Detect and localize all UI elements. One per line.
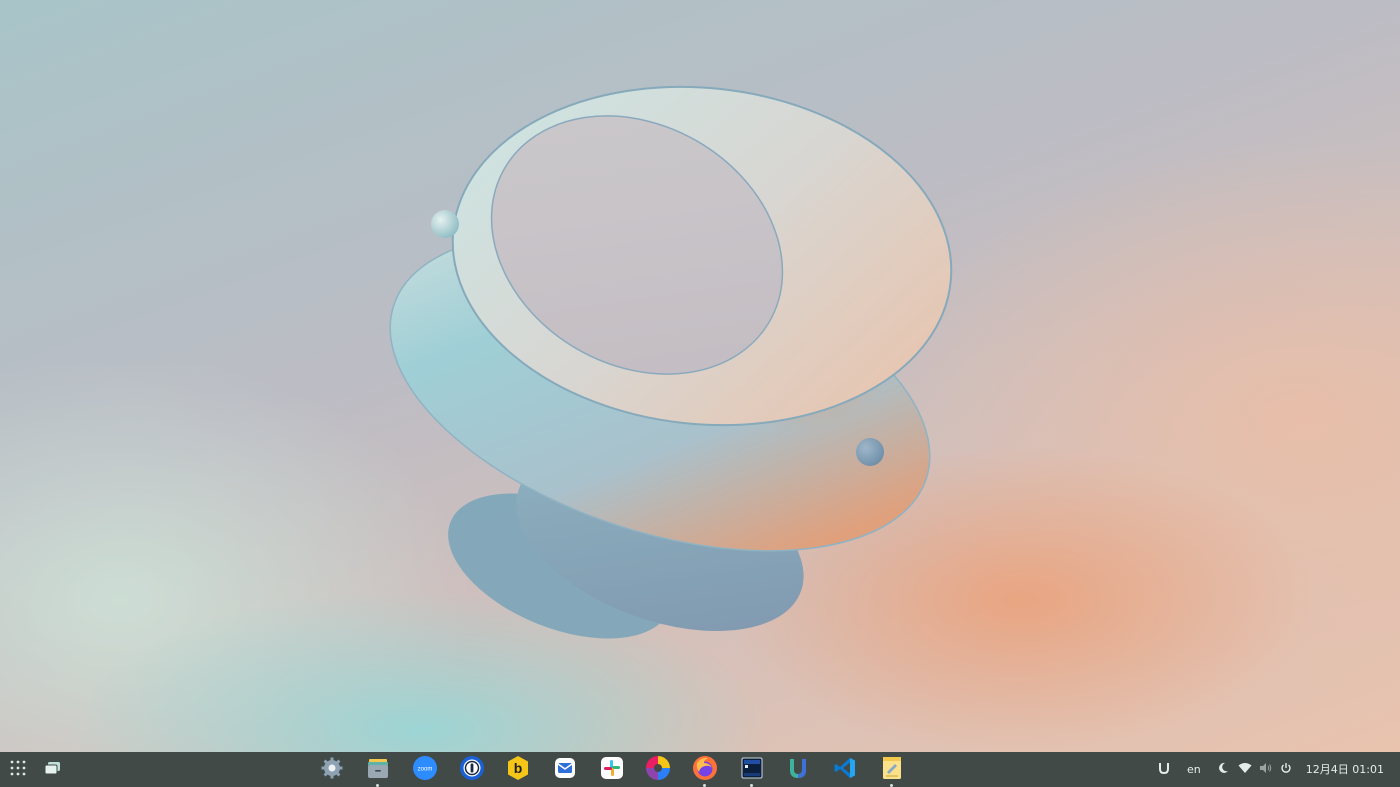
app-u[interactable] [783, 755, 813, 785]
u-logo-icon [786, 755, 810, 785]
wifi-icon [1238, 762, 1252, 777]
notes-icon [881, 756, 903, 784]
input-method-label: en [1187, 763, 1201, 776]
moon-icon [1217, 762, 1229, 777]
app-notes[interactable] [877, 755, 907, 787]
show-desktop-button[interactable] [39, 756, 67, 784]
svg-text:b: b [514, 760, 523, 776]
colorful-palette-icon [645, 755, 671, 785]
app-launcher-button[interactable] [4, 756, 32, 784]
firefox-icon [692, 755, 718, 785]
u-tray-icon [1157, 761, 1171, 778]
wifi-button[interactable] [1238, 752, 1252, 787]
clock-date-time[interactable]: 12月4日 01:01 [1306, 752, 1384, 787]
tray-u-button[interactable] [1157, 752, 1171, 787]
night-mode-button[interactable] [1217, 752, 1229, 787]
settings-gear-icon [320, 756, 344, 784]
bilibili-like-b-icon: b [506, 755, 530, 785]
app-firefox[interactable] [690, 755, 720, 787]
taskbar: zoom b en 12月4日 01:01 [0, 752, 1400, 787]
app-grid-icon [9, 759, 27, 781]
desktop-wallpaper [0, 0, 1400, 752]
vscode-icon [833, 756, 857, 784]
app-settings[interactable] [317, 755, 347, 785]
app-zoom[interactable]: zoom [410, 755, 440, 785]
input-method-indicator[interactable]: en [1187, 752, 1201, 787]
zoom-icon: zoom [412, 755, 438, 785]
app-terminal[interactable] [737, 755, 767, 787]
app-b[interactable]: b [503, 755, 533, 785]
app-file-manager[interactable] [363, 755, 393, 787]
power-button[interactable] [1280, 752, 1292, 787]
slack-icon [600, 756, 624, 784]
mail-icon [553, 756, 577, 784]
file-manager-icon [366, 756, 390, 784]
app-slack[interactable] [597, 755, 627, 785]
sphere-small-right [856, 438, 884, 466]
show-desktop-icon [44, 760, 62, 780]
sphere-small-left [431, 210, 459, 238]
1password-icon [459, 755, 485, 785]
app-vscode[interactable] [830, 755, 860, 785]
volume-icon [1259, 762, 1273, 777]
svg-text:zoom: zoom [418, 767, 433, 773]
app-1password[interactable] [457, 755, 487, 785]
power-icon [1280, 762, 1292, 777]
volume-button[interactable] [1259, 752, 1273, 787]
app-mail[interactable] [550, 755, 580, 785]
app-colorful[interactable] [643, 755, 673, 785]
terminal-icon [740, 756, 764, 784]
wallpaper-artwork [389, 85, 953, 639]
